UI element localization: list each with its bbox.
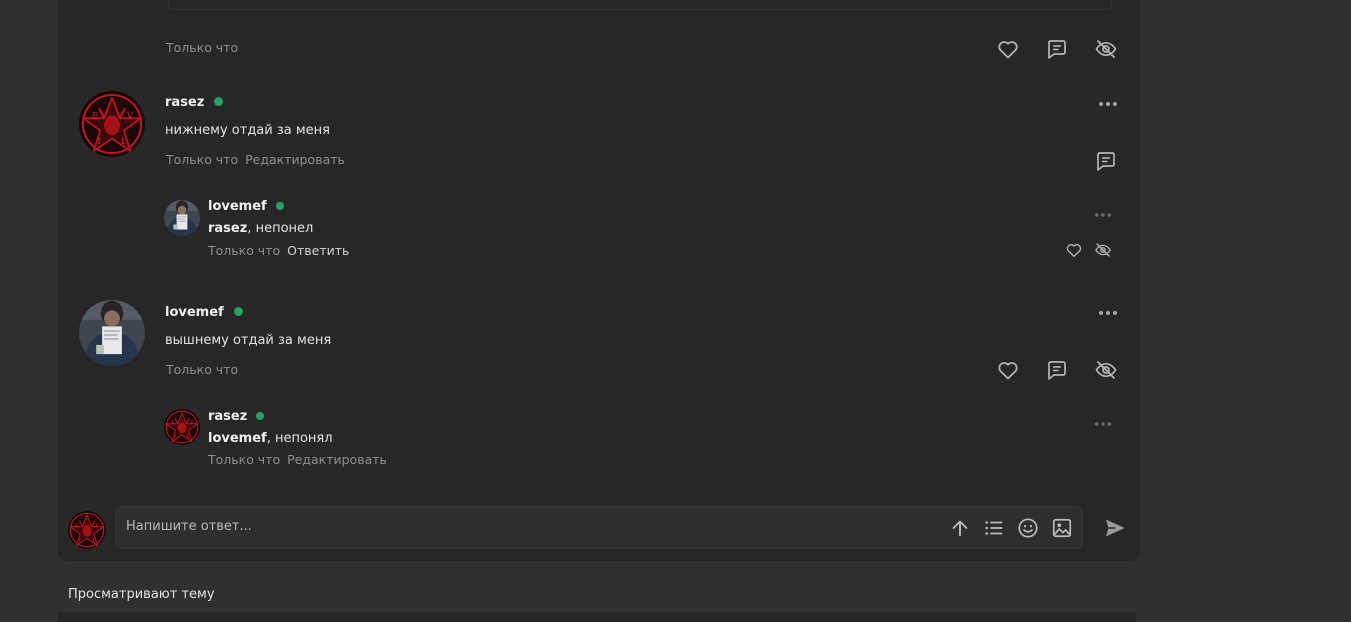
reply-author[interactable]: rasez — [208, 409, 265, 424]
pentagram-avatar-icon — [68, 511, 106, 549]
topic-panel — [58, 0, 1140, 561]
edit-link[interactable]: Редактировать — [287, 452, 387, 467]
avatar[interactable] — [164, 409, 200, 445]
hide-icon[interactable] — [1094, 37, 1118, 61]
reply-link[interactable]: Ответить — [287, 243, 349, 258]
more-icon[interactable] — [1094, 416, 1112, 431]
comment-author[interactable]: rasez — [165, 95, 224, 110]
edit-link[interactable]: Редактировать — [245, 152, 345, 167]
hide-icon[interactable] — [1094, 241, 1112, 259]
reply-text: lovemef, непонял — [208, 431, 333, 446]
hide-icon[interactable] — [1094, 358, 1118, 382]
author-name[interactable]: lovemef — [165, 305, 224, 320]
top-post-meta: Только что — [166, 40, 245, 55]
heart-icon[interactable] — [996, 358, 1020, 382]
reply-time: Только что — [208, 243, 281, 258]
more-icon[interactable] — [1098, 96, 1118, 111]
comment-icon[interactable] — [1045, 358, 1069, 382]
reply-text-rest: , непонел — [247, 221, 314, 236]
viewers-heading: Просматривают тему — [68, 587, 215, 602]
heart-icon[interactable] — [996, 37, 1020, 61]
reply-meta: Только что Ответить — [208, 243, 356, 258]
smile-icon[interactable] — [1017, 517, 1039, 539]
online-status-icon — [256, 411, 265, 420]
online-status-icon — [275, 201, 284, 210]
top-post-time: Только что — [166, 40, 239, 55]
reply-text: rasez, непонел — [208, 221, 313, 236]
reply-composer — [115, 506, 1083, 549]
reply-meta: Только что Редактировать — [208, 452, 394, 467]
author-name[interactable]: rasez — [208, 409, 247, 424]
pentagram-avatar-icon — [164, 409, 200, 445]
photo-avatar-icon — [79, 300, 145, 366]
comment-icon[interactable] — [1045, 37, 1069, 61]
avatar — [68, 511, 106, 549]
author-name[interactable]: rasez — [165, 95, 204, 110]
list-icon[interactable] — [983, 517, 1005, 539]
comment-icon[interactable] — [1094, 149, 1118, 173]
arrow-up-icon[interactable] — [949, 517, 971, 539]
avatar[interactable] — [79, 91, 145, 157]
comment-author[interactable]: lovemef — [165, 305, 243, 320]
avatar[interactable] — [164, 200, 200, 236]
reply-author[interactable]: lovemef — [208, 199, 284, 214]
avatar[interactable] — [79, 300, 145, 366]
online-status-icon — [233, 307, 243, 316]
comment-text: нижнему отдай за меня — [165, 123, 330, 138]
previous-post-box — [168, 0, 1112, 10]
reply-time: Только что — [208, 452, 281, 467]
comment-meta: Только что — [166, 362, 245, 377]
online-status-icon — [214, 97, 224, 106]
comment-time: Только что — [166, 152, 239, 167]
more-icon[interactable] — [1094, 207, 1112, 222]
mention[interactable]: rasez — [208, 221, 247, 236]
comment-meta: Только что Редактировать — [166, 152, 352, 167]
more-icon[interactable] — [1098, 305, 1118, 320]
pentagram-avatar-icon — [79, 91, 145, 157]
reply-input[interactable] — [126, 519, 826, 534]
comment-time: Только что — [166, 362, 239, 377]
image-icon[interactable] — [1051, 517, 1073, 539]
heart-icon[interactable] — [1065, 241, 1083, 259]
viewers-panel — [58, 612, 1136, 622]
author-name[interactable]: lovemef — [208, 199, 267, 214]
comment-text: вышнему отдай за меня — [165, 333, 332, 348]
reply-text-rest: , непонял — [266, 431, 333, 446]
send-icon[interactable] — [1103, 516, 1127, 540]
mention[interactable]: lovemef — [208, 431, 267, 446]
photo-avatar-icon — [164, 200, 200, 236]
